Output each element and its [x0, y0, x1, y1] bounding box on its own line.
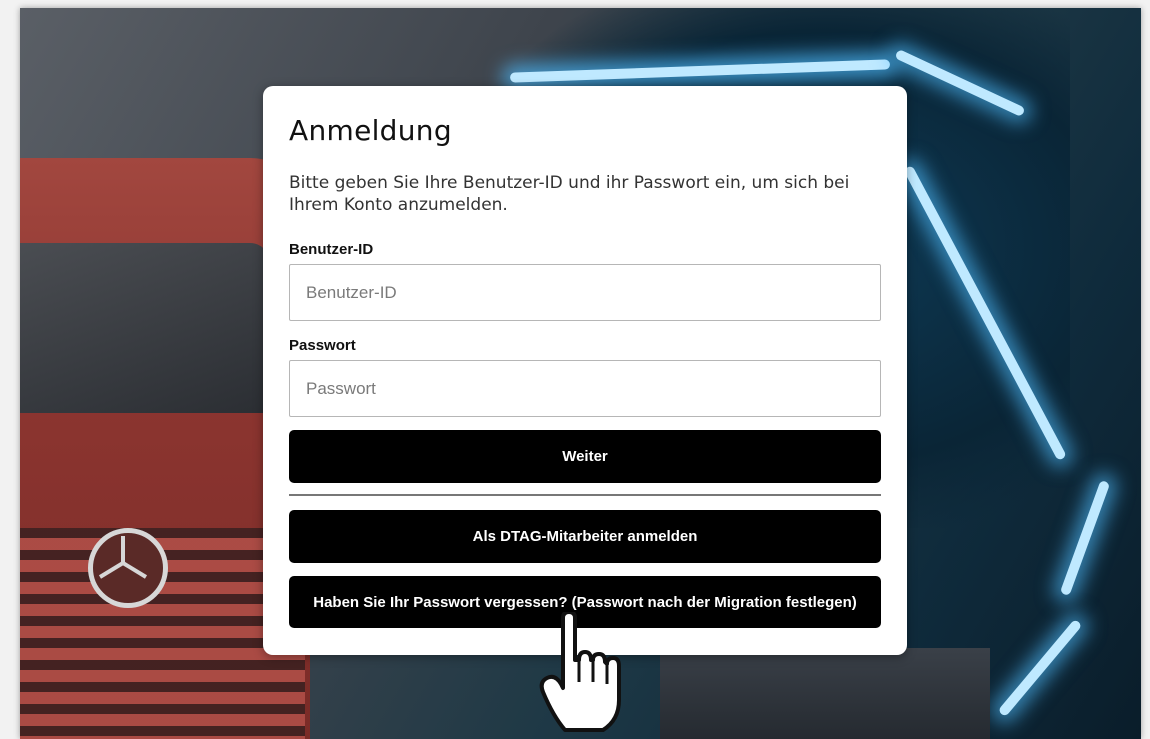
truck-trailer — [660, 648, 990, 739]
divider — [289, 494, 881, 496]
password-input[interactable] — [289, 360, 881, 417]
dtag-employee-login-button[interactable]: Als DTAG-Mitarbeiter anmelden — [289, 510, 881, 563]
user-id-label: Benutzer-ID — [289, 241, 374, 258]
page-title: Anmeldung — [289, 114, 452, 147]
continue-button[interactable]: Weiter — [289, 430, 881, 483]
login-card: Anmeldung Bitte geben Sie Ihre Benutzer-… — [263, 86, 907, 655]
mercedes-star-logo — [88, 528, 168, 608]
hand-pointer-icon — [535, 610, 625, 732]
password-label: Passwort — [289, 337, 356, 354]
neon-light-bottom — [997, 618, 1083, 718]
truck-windshield — [20, 243, 270, 413]
login-instructions: Bitte geben Sie Ihre Benutzer-ID und ihr… — [289, 173, 850, 215]
user-id-input[interactable] — [289, 264, 881, 321]
